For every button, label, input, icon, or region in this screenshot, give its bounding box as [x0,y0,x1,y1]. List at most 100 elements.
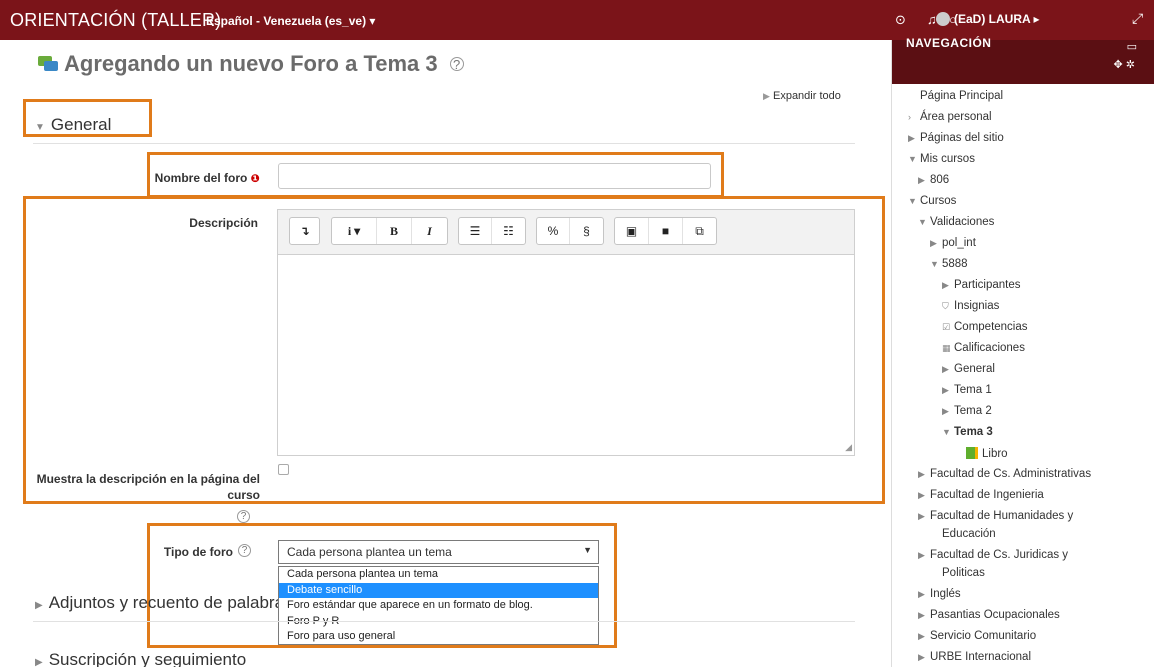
language-menu[interactable]: Español - Venezuela (es_ve) ▾ [206,14,375,28]
tree-arrow-icon: ▶ [908,133,915,143]
minimize-icon[interactable]: ▭ [1127,40,1137,53]
triangle-right-icon: ▶ [35,657,43,667]
video-icon[interactable]: ■ [649,218,683,244]
collapse-toolbar-icon[interactable]: ↴ [290,218,319,244]
navigation-block: NAVEGACIÓN ▭ ✥ ✲ Página Principal › Área p… [891,36,1154,667]
show-description-label: Muestra la descripción en la página del … [36,472,260,502]
forum-type-select[interactable]: Cada persona plantea un tema ▼ [278,540,599,564]
tb-group-4: % § [536,217,604,245]
sidebar-item[interactable]: ▶ Facultad de Cs. Administrativas [918,468,1091,480]
sidebar-item[interactable]: Libro [954,447,1008,460]
tree-arrow-icon: ☑ [942,322,951,332]
avatar [936,12,950,26]
resize-handle-icon[interactable]: ◢ [845,442,852,453]
unlink-icon[interactable]: § [570,218,603,244]
sidebar-item[interactable]: ▼ Mis cursos [908,153,975,165]
user-menu[interactable]: (EaD) LAURA ▸ [936,12,1040,26]
sidebar-item[interactable]: ▶ Pasantias Ocupacionales [918,609,1060,621]
sidebar-item[interactable]: ▶ Facultad de Humanidades y [918,510,1073,522]
sidebar-item-label: Servicio Comunitario [930,630,1037,642]
sidebar-item[interactable]: ▶ Inglés [918,588,961,600]
sidebar-item[interactable]: Educación [930,528,996,540]
link-icon[interactable]: % [537,218,570,244]
sidebar-item[interactable]: ▶ Facultad de Cs. Juridicas y [918,549,1068,561]
sidebar-item-label: General [954,363,995,375]
section-general-label: General [50,115,112,134]
sidebar-item[interactable]: ▼ Tema 3 [942,426,993,438]
sidebar-item[interactable]: › Área personal [908,111,992,123]
dropdown-option[interactable]: Cada persona plantea un tema [279,567,598,583]
sidebar-item-label: Educación [942,528,996,540]
sidebar-item[interactable]: Politicas [930,567,985,579]
tree-arrow-icon: ▶ [918,469,925,479]
section-subscription-toggle[interactable]: ▶ Suscripción y seguimiento [35,650,246,667]
sidebar-item-label: Facultad de Ingenieria [930,489,1044,501]
sidebar-item[interactable]: ▶ pol_int [930,237,976,249]
style-dropdown-icon[interactable]: i ▾ [332,218,377,244]
show-description-checkbox[interactable] [278,464,289,475]
sidebar-item[interactable]: ▼ Cursos [908,195,956,207]
section-attachments-toggle[interactable]: ▶ Adjuntos y recuento de palabras [35,593,278,613]
circle-icon[interactable]: ⊙ [895,12,906,28]
tree-arrow-icon: ▼ [930,259,939,269]
sidebar-item[interactable]: ▶ URBE Internacional [918,651,1031,663]
numbered-list-icon[interactable]: ☷ [492,218,525,244]
help-icon[interactable]: ? [237,510,250,523]
page-title: Agregando un nuevo Foro a Tema 3 ? [38,51,464,77]
forum-name-input[interactable] [278,163,711,189]
forum-name-label-text: Nombre del foro [154,171,248,185]
sidebar-item-label: Insignias [954,300,1000,312]
expand-all-link[interactable]: ▶ Expandir todo [763,90,841,102]
copy-icon[interactable]: ⧉ [683,218,716,244]
description-editor[interactable]: ↴ i ▾ B I ☰ ☷ % § ▣ ■ ⧉ ◢ [277,209,855,456]
dropdown-option[interactable]: Debate sencillo [279,582,598,599]
tb-group-2: i ▾ B I [331,217,448,245]
sidebar-item-label: 806 [930,174,950,186]
dropdown-option[interactable]: Foro estándar que aparece en un formato … [279,598,598,614]
tree-arrow-icon: ▶ [942,406,949,416]
triangle-right-icon: ▶ [35,600,43,611]
tree-arrow-icon: ▶ [918,511,925,521]
bold-icon[interactable]: B [377,218,412,244]
sidebar-item[interactable]: ▦ Calificaciones [942,342,1025,354]
italic-icon[interactable]: I [412,218,447,244]
sidebar-item-label: Competencias [954,321,1028,333]
sidebar-item[interactable]: ▶ Páginas del sitio [908,132,1004,144]
tree-arrow-icon: ▶ [942,364,949,374]
sidebar-item-label: Facultad de Cs. Administrativas [930,468,1092,480]
tree-arrow-icon: ▶ [918,175,925,185]
tree-arrow-icon: ▼ [908,196,917,206]
sidebar-item[interactable]: ▼ 5888 [930,258,968,270]
sidebar-item[interactable]: ▶ 806 [918,174,949,186]
move-icon[interactable]: ✥ ✲ [1114,58,1136,71]
sidebar-item-label: Facultad de Cs. Juridicas y [930,549,1069,561]
site-brand[interactable]: ORIENTACIÓN (TALLER) [10,10,221,31]
tb-group-5: ▣ ■ ⧉ [614,217,717,245]
fullscreen-icon[interactable]: ⤢ [1132,10,1143,27]
help-icon[interactable]: ? [238,544,251,557]
help-icon[interactable]: ? [449,57,464,72]
tree-arrow-icon: ▶ [918,550,925,560]
required-icon: ❶ [250,173,260,185]
sidebar-item[interactable]: ☑ Competencias [942,321,1028,333]
sidebar-item-label: Calificaciones [954,342,1025,354]
tree-arrow-icon: ▶ [918,589,925,599]
divider [33,143,855,144]
sidebar-item[interactable]: ▶ Participantes [942,279,1020,291]
sidebar-item[interactable]: ▶ Servicio Comunitario [918,630,1036,642]
image-icon[interactable]: ▣ [615,218,649,244]
sidebar-item-label: Participantes [954,279,1021,291]
tree-arrow-icon: ▶ [918,631,925,641]
sidebar-item[interactable]: Página Principal [908,90,1003,102]
sidebar-item[interactable]: ▶ Tema 2 [942,405,992,417]
sidebar-item[interactable]: ▶ Facultad de Ingenieria [918,489,1044,501]
bullet-list-icon[interactable]: ☰ [459,218,492,244]
section-general-toggle[interactable]: ▼ General [35,115,111,135]
sidebar-item[interactable]: ▶ General [942,363,995,375]
sidebar-item[interactable]: ▶ Tema 1 [942,384,992,396]
tree-arrow-icon: ▶ [918,490,925,500]
dropdown-option[interactable]: Foro para uso general [279,629,598,645]
sidebar-item[interactable]: ▼ Validaciones [918,216,994,228]
sidebar-item-label: 5888 [942,258,968,270]
sidebar-item[interactable]: ⛉ Insignias [942,300,999,312]
